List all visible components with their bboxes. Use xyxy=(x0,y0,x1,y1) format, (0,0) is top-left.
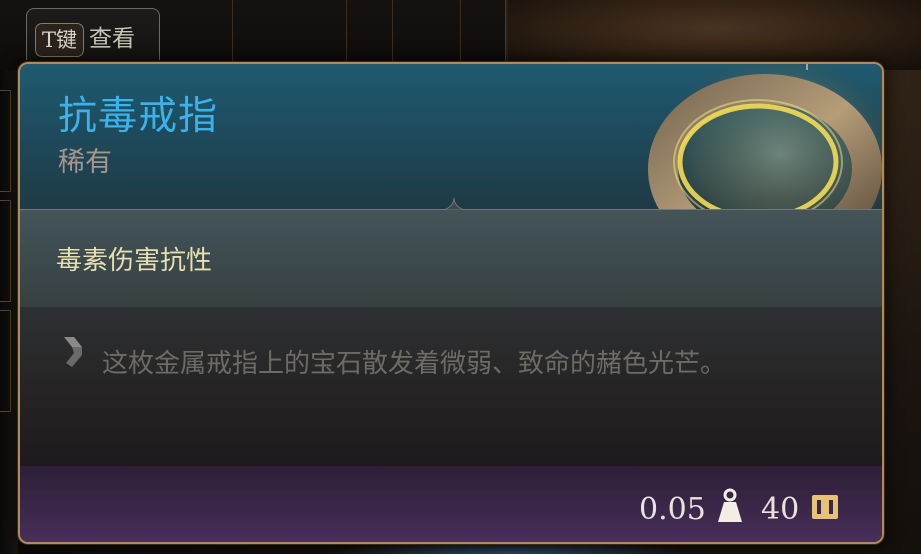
panel-divider xyxy=(346,0,347,70)
inspect-label: 查看 xyxy=(89,26,135,52)
item-name: 抗毒戒指 xyxy=(58,94,219,139)
item-property: 毒素伤害抗性 xyxy=(56,246,213,276)
panel-divider xyxy=(460,0,461,70)
property-section: 毒素伤害抗性 xyxy=(20,198,882,319)
item-rarity: 稀有 xyxy=(58,147,112,178)
panel-divider xyxy=(392,0,393,70)
item-description: 这枚金属戒指上的宝石散发着微弱、致命的赭色光芒。 xyxy=(102,349,727,379)
item-weight: 0.05 xyxy=(639,492,706,527)
background-left-strip xyxy=(0,70,18,554)
tooltip-footer: 0.05 40 xyxy=(20,466,882,542)
background-slot xyxy=(0,200,11,302)
gold-coin-icon xyxy=(812,495,838,519)
background-slot xyxy=(0,310,11,412)
t-key-icon: T键 xyxy=(35,23,84,57)
scroll-icon xyxy=(64,337,82,367)
background-slot xyxy=(0,90,11,192)
weight-icon xyxy=(718,488,742,522)
item-value: 40 xyxy=(761,492,800,527)
item-tooltip: 抗毒戒指 稀有 毒素伤害抗性 这枚金属戒指上的宝石散发着微弱、致命的赭色光芒。 … xyxy=(18,62,884,544)
background-scene xyxy=(508,0,921,70)
panel-divider xyxy=(232,0,233,70)
inspect-hint[interactable]: T键 查看 xyxy=(26,8,160,60)
description-section: 这枚金属戒指上的宝石散发着微弱、致命的赭色光芒。 xyxy=(20,307,882,466)
divider-notch-icon xyxy=(444,198,464,210)
